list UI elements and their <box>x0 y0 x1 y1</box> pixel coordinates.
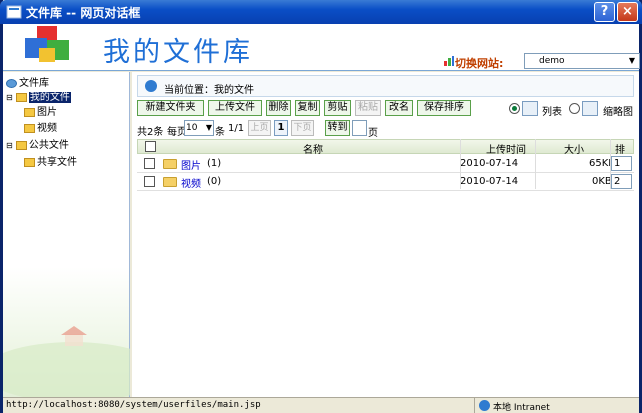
view-list-label: 列表 <box>542 107 562 118</box>
upload-file-button[interactable]: 上传文件 <box>208 100 262 116</box>
column-name: 名称 <box>303 145 323 156</box>
row-size: 0KB <box>592 176 612 187</box>
tree-item-shared[interactable]: 共享文件 <box>24 153 77 168</box>
intranet-icon <box>479 400 490 411</box>
tree-item-public[interactable]: ⊟ 公共文件 <box>6 136 69 151</box>
folder-icon <box>15 92 27 102</box>
per-page-select[interactable]: 10 ▼ <box>184 120 214 136</box>
globe-icon <box>145 80 157 92</box>
title-bar[interactable]: 文件库 -- 网页对话框 ? × <box>0 0 642 24</box>
row-time: 2010-07-14 <box>460 158 519 169</box>
folder-icon <box>24 123 35 133</box>
cut-button[interactable]: 剪贴 <box>324 100 351 116</box>
column-divider <box>535 139 536 189</box>
tree-item-pictures[interactable]: 图片 <box>24 103 57 118</box>
column-size: 大小 <box>564 145 584 156</box>
view-list-radio[interactable] <box>509 103 520 114</box>
tree-item-root[interactable]: 文件库 <box>6 74 49 89</box>
view-thumbs-label: 缩略图 <box>603 107 633 118</box>
column-divider <box>460 139 461 189</box>
save-sort-button[interactable]: 保存排序 <box>417 100 471 116</box>
row-sort-input[interactable]: 2 <box>611 174 632 189</box>
cubes-logo-icon <box>25 26 69 62</box>
row-name-link[interactable]: 图片 <box>181 157 201 172</box>
row-count: (0) <box>207 176 222 187</box>
landscape-decoration <box>3 326 130 397</box>
per-page-value: 10 <box>186 123 198 133</box>
site-select-value: demo <box>539 56 565 66</box>
close-button[interactable]: × <box>617 2 638 22</box>
grid-view-icon <box>582 101 598 116</box>
security-zone: 本地 Intranet <box>474 398 639 413</box>
window-title: 文件库 -- 网页对话框 <box>26 6 141 20</box>
folder-icon <box>15 140 27 150</box>
next-page-button[interactable]: 下页 <box>291 120 314 136</box>
switch-site-label: 切换网站: <box>455 57 504 70</box>
tree-item-label: 视频 <box>37 123 57 134</box>
prev-page-button[interactable]: 上页 <box>248 120 271 136</box>
row-time: 2010-07-14 <box>460 176 519 187</box>
tree-item-label: 公共文件 <box>28 140 69 151</box>
collapse-icon[interactable]: ⊟ <box>6 93 13 102</box>
current-page[interactable]: 1 <box>274 120 288 136</box>
chevron-down-icon: ▼ <box>205 123 212 132</box>
header-banner: 我的文件库 切换网站: demo ▼ <box>3 24 640 71</box>
breadcrumb-text: 当前位置：我的文件 <box>164 85 254 96</box>
column-divider <box>610 139 611 189</box>
folder-icon <box>24 107 35 117</box>
main-panel: 当前位置：我的文件 新建文件夹 上传文件 删除 复制 剪贴 粘贴 改名 保存排序… <box>132 72 639 397</box>
per-page-unit: 条 <box>215 127 225 138</box>
tree-item-label: 我的文件 <box>28 92 71 103</box>
page-info: 1/1 <box>228 123 245 134</box>
paste-button[interactable]: 粘贴 <box>355 100 381 116</box>
folder-icon <box>24 157 35 167</box>
new-folder-button[interactable]: 新建文件夹 <box>137 100 204 116</box>
switch-site-icon <box>444 56 454 66</box>
tree-item-label: 图片 <box>37 107 57 118</box>
row-name-link[interactable]: 视频 <box>181 175 201 190</box>
collapse-icon[interactable]: ⊟ <box>6 141 13 150</box>
go-button[interactable]: 转到 <box>325 120 350 136</box>
app-icon <box>6 5 22 19</box>
select-all-checkbox[interactable] <box>145 141 156 152</box>
site-select[interactable]: demo ▼ <box>524 53 640 69</box>
globe-icon <box>6 78 17 88</box>
table-row[interactable]: 视频 (0) 2010-07-14 0KB 2 <box>137 173 634 191</box>
folder-tree: 文件库 ⊟ 我的文件 图片 视频 ⊟ 公共文件 共享文件 <box>3 72 130 397</box>
row-sort-input[interactable]: 1 <box>611 156 632 171</box>
page-number-input[interactable] <box>352 120 367 136</box>
rename-button[interactable]: 改名 <box>385 100 413 116</box>
status-url: http://localhost:8080/system/userfiles/m… <box>6 400 261 410</box>
delete-button[interactable]: 删除 <box>266 100 291 116</box>
table-row[interactable]: 图片 (1) 2010-07-14 65KB 1 <box>137 155 634 173</box>
help-button[interactable]: ? <box>594 2 615 22</box>
total-count: 共2条 <box>137 127 164 138</box>
table-header: 名称 上传时间 大小 排序 <box>137 139 634 171</box>
zone-label: 本地 Intranet <box>493 403 550 413</box>
copy-button[interactable]: 复制 <box>295 100 320 116</box>
tree-item-label: 共享文件 <box>37 157 77 168</box>
tree-item-videos[interactable]: 视频 <box>24 119 57 134</box>
row-count: (1) <box>207 158 222 169</box>
folder-icon <box>163 159 177 169</box>
view-thumbs-radio[interactable] <box>569 103 580 114</box>
status-bar: http://localhost:8080/system/userfiles/m… <box>3 397 639 413</box>
page-title: 我的文件库 <box>103 37 253 68</box>
breadcrumb: 当前位置：我的文件 <box>137 75 634 97</box>
chevron-down-icon[interactable]: ▼ <box>625 54 639 68</box>
folder-icon <box>163 177 177 187</box>
page-suffix: 页 <box>368 128 378 139</box>
row-checkbox[interactable] <box>144 158 155 169</box>
column-upload-time: 上传时间 <box>486 145 526 156</box>
row-checkbox[interactable] <box>144 176 155 187</box>
tree-item-my-files[interactable]: ⊟ 我的文件 <box>6 88 71 103</box>
list-view-icon <box>522 101 538 116</box>
